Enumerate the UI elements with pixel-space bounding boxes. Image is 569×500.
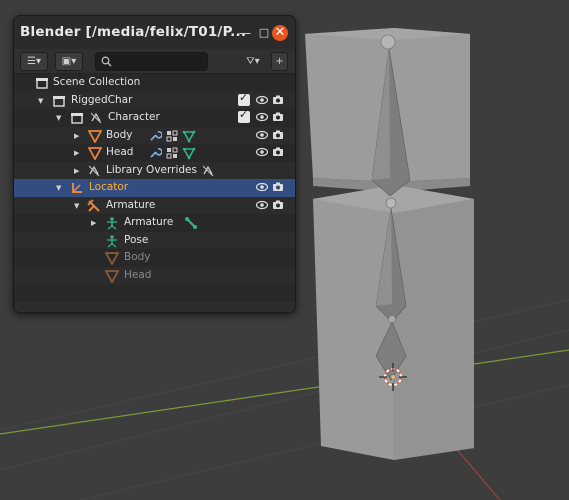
close-button[interactable]: ✕	[272, 25, 288, 41]
row-label: RiggedChar	[71, 93, 133, 106]
library-override-icon	[88, 165, 100, 176]
row-label: Scene Collection	[53, 76, 141, 88]
collapse-arrow-icon[interactable]: ▼	[74, 199, 79, 213]
mesh-object-icon	[88, 129, 102, 143]
eye-icon[interactable]	[256, 146, 268, 158]
outliner-row-armature-data[interactable]: ▶ Armature	[14, 214, 295, 232]
outliner-row-pose[interactable]: Pose	[14, 231, 295, 249]
new-collection-button[interactable]: +	[271, 52, 288, 71]
outliner-row-riggedchar[interactable]: ▼ RiggedChar	[14, 91, 295, 109]
empty-object-icon	[72, 183, 82, 193]
eye-icon[interactable]	[256, 199, 268, 211]
eye-icon[interactable]	[256, 181, 268, 193]
armature-data-icon	[107, 217, 117, 230]
expand-arrow-icon[interactable]: ▶	[91, 216, 96, 230]
row-label: Body	[124, 251, 151, 263]
outliner-row-armature-object[interactable]: ▼ Armature	[14, 196, 295, 214]
armature-object-icon	[87, 198, 100, 212]
filter-dropdown[interactable]: ⛛▾	[240, 52, 266, 71]
display-mode-dropdown[interactable]: ☰▾	[20, 52, 48, 71]
mesh-object-icon	[105, 252, 119, 265]
camera-icon[interactable]	[272, 111, 284, 123]
row-label: Head	[124, 268, 152, 281]
mesh-data-icon[interactable]	[182, 129, 196, 143]
collapse-arrow-icon[interactable]: ▼	[56, 111, 61, 125]
view-layer-dropdown[interactable]: ▣▾	[55, 52, 83, 71]
empty-row	[14, 284, 295, 302]
collection-icon	[53, 95, 65, 107]
camera-icon[interactable]	[272, 129, 284, 141]
eye-icon[interactable]	[256, 94, 268, 106]
exclude-checkbox[interactable]	[238, 108, 250, 123]
outliner-window: Blender [/media/felix/T01/P... — □ ✕ ☰▾ …	[13, 15, 296, 313]
empty-row	[14, 301, 295, 312]
search-input[interactable]	[95, 52, 208, 71]
window-title: Blender [/media/felix/T01/P...	[20, 24, 247, 40]
outliner-row-locator[interactable]: ▼ Locator	[14, 179, 295, 197]
mesh-data-icon[interactable]	[182, 146, 196, 160]
eye-icon[interactable]	[256, 111, 268, 123]
row-label: Library Overrides	[106, 163, 197, 176]
expand-arrow-icon[interactable]: ▶	[74, 129, 79, 143]
outliner-header: ☰▾ ▣▾ ⛛▾ +	[14, 49, 295, 74]
outliner-row-body-child[interactable]: Body	[14, 249, 295, 267]
camera-icon[interactable]	[272, 181, 284, 193]
row-label: Locator	[89, 181, 129, 193]
row-label: Armature	[106, 198, 156, 211]
outliner-row-library-overrides[interactable]: ▶ Library Overrides	[14, 161, 295, 179]
eye-icon[interactable]	[256, 129, 268, 141]
expand-arrow-icon[interactable]: ▶	[74, 146, 79, 160]
scene-collection-icon	[36, 78, 48, 89]
wrench-modifier-icon[interactable]	[148, 129, 162, 143]
outliner-row-head[interactable]: ▶ Head	[14, 144, 295, 162]
wrench-modifier-icon[interactable]	[148, 146, 162, 160]
row-label: Body	[106, 128, 133, 141]
row-label: Head	[106, 146, 134, 158]
expand-arrow-icon[interactable]: ▶	[74, 164, 79, 178]
exclude-checkbox[interactable]	[238, 91, 250, 106]
window-titlebar[interactable]: Blender [/media/felix/T01/P... — □ ✕	[14, 16, 295, 49]
vertex-groups-icon[interactable]	[165, 129, 179, 143]
mesh-object-icon	[105, 269, 119, 283]
outliner-row-character[interactable]: ▼ Character	[14, 108, 295, 127]
row-label: Armature	[124, 216, 174, 228]
maximize-button[interactable]: □	[256, 25, 272, 41]
row-label: Character	[108, 111, 160, 123]
library-override-icon[interactable]	[201, 164, 215, 178]
collapse-arrow-icon[interactable]: ▼	[56, 181, 61, 195]
outliner-row-body[interactable]: ▶ Body	[14, 126, 295, 144]
outliner-row-head-child[interactable]: Head	[14, 266, 295, 284]
camera-icon[interactable]	[272, 94, 284, 106]
mesh-object-icon	[88, 147, 102, 160]
search-icon	[101, 56, 112, 67]
row-label: Pose	[124, 233, 149, 246]
pose-icon	[107, 234, 117, 248]
outliner-tree: Scene Collection ▼ RiggedChar ▼ Characte…	[14, 74, 295, 312]
camera-icon[interactable]	[272, 199, 284, 211]
collection-icon	[71, 113, 83, 124]
outliner-row-scene-collection[interactable]: Scene Collection	[14, 74, 295, 92]
camera-icon[interactable]	[272, 146, 284, 158]
bone-icon[interactable]	[184, 216, 198, 230]
collapse-arrow-icon[interactable]: ▼	[38, 94, 43, 108]
vertex-groups-icon[interactable]	[165, 146, 179, 160]
minimize-button[interactable]: —	[237, 25, 253, 41]
linked-collection-icon	[90, 112, 102, 124]
